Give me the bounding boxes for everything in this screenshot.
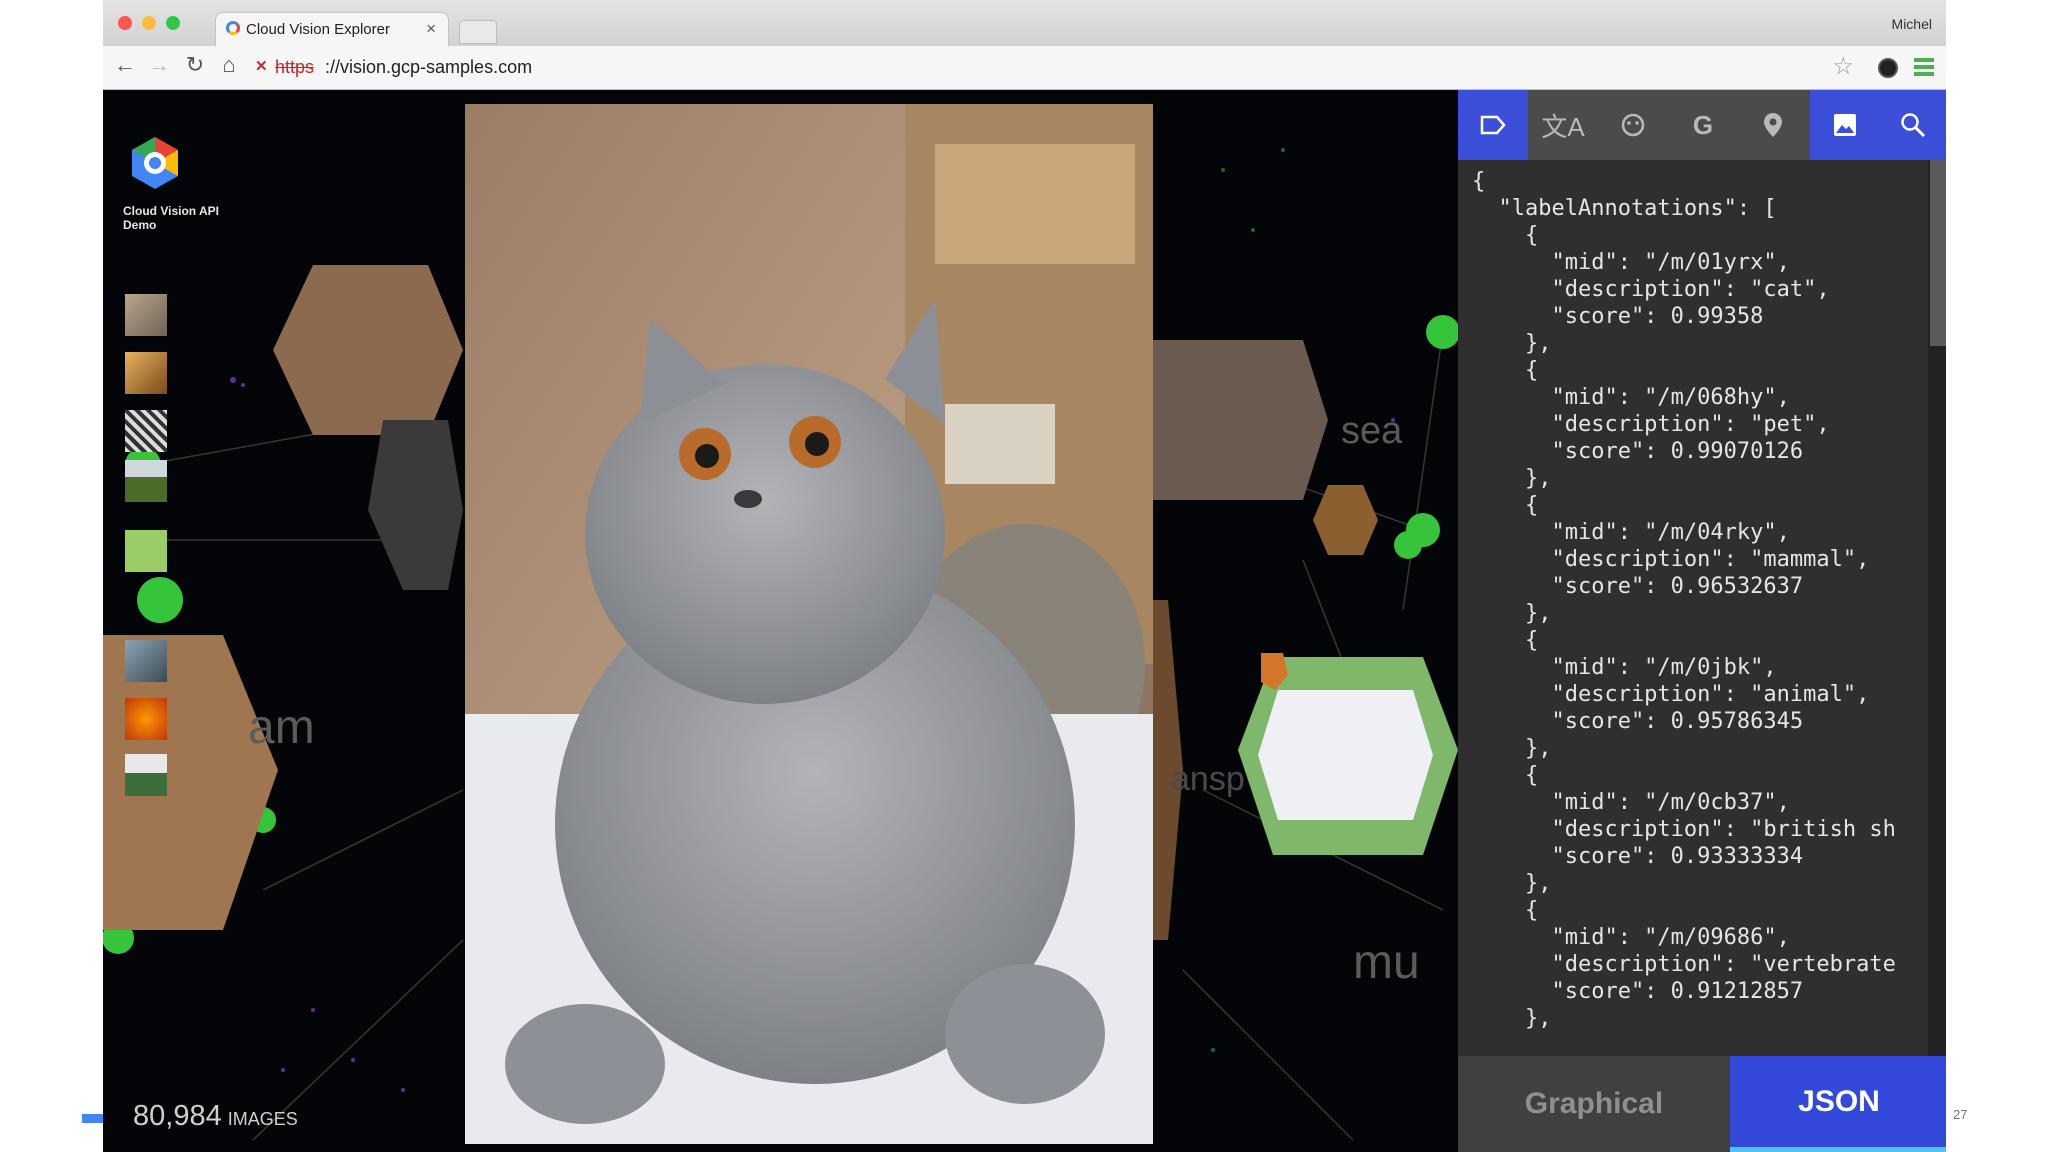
menu-icon[interactable] <box>1914 58 1934 76</box>
tab-safe-search[interactable] <box>1878 90 1946 160</box>
vertical-scroll-thumb[interactable] <box>1930 160 1946 346</box>
floating-label-word: am <box>248 701 315 754</box>
floating-label-word: mu <box>1353 936 1420 989</box>
tab-landmarks[interactable] <box>1738 90 1808 160</box>
browser-toolbar: ← → ↻ ⌂ ✕ https ://vision.gcp-samples.co… <box>103 46 1946 90</box>
image-count: 80,984 IMAGES <box>133 1100 298 1133</box>
reload-icon[interactable]: ↻ <box>181 52 209 78</box>
url-scheme: https <box>275 57 315 77</box>
browser-tab[interactable]: Cloud Vision Explorer × <box>215 12 449 46</box>
profile-name[interactable]: Michel <box>1892 16 1932 32</box>
floating-label-word: ansp <box>1171 760 1245 798</box>
tab-faces[interactable] <box>1598 90 1668 160</box>
json-output[interactable]: { "labelAnnotations": [ { "mid": "/m/01y… <box>1458 160 1928 1115</box>
tab-text[interactable]: 文A <box>1528 90 1598 160</box>
extension-icon[interactable] <box>1878 58 1898 78</box>
forward-icon[interactable]: → <box>145 52 173 78</box>
image-icon <box>1834 114 1856 136</box>
thumbnail-image[interactable] <box>125 640 167 682</box>
slide-accent-bar <box>82 1114 104 1123</box>
address-bar[interactable]: ✕ https ://vision.gcp-samples.com <box>255 53 1855 83</box>
search-icon <box>1901 113 1926 138</box>
slide-page-number: 27 <box>1953 1107 1968 1122</box>
new-tab-button[interactable] <box>459 20 497 44</box>
image-count-label: IMAGES <box>227 1109 298 1129</box>
floating-label-word: sea <box>1341 410 1403 452</box>
cloud-vision-logo <box>132 137 178 189</box>
graphical-view-button[interactable]: Graphical <box>1458 1056 1730 1152</box>
tab-bar: Cloud Vision Explorer × Michel <box>103 0 1946 46</box>
thumbnail-image[interactable] <box>125 410 167 452</box>
logo-title: Cloud Vision API Demo <box>123 204 220 232</box>
translate-icon: 文A <box>1541 111 1585 142</box>
image-count-value: 80,984 <box>133 1100 222 1132</box>
tab-favicon-icon <box>226 21 240 35</box>
google-icon: G <box>1692 109 1714 140</box>
tab-title: Cloud Vision Explorer <box>246 21 390 38</box>
location-icon <box>1764 113 1782 137</box>
thumbnail-image[interactable] <box>125 352 167 394</box>
json-text: { "labelAnnotations": [ { "mid": "/m/01y… <box>1472 169 1896 1031</box>
label-icon <box>1480 115 1506 135</box>
tab-logos[interactable]: G <box>1668 90 1738 160</box>
json-view-button[interactable]: JSON <box>1730 1056 1946 1152</box>
vision-explorer-page: Cloud Vision API Demo am sea ansp mu 80,… <box>103 90 1946 1152</box>
thumbnail-image[interactable] <box>125 754 167 796</box>
maximize-window-button[interactable] <box>166 16 180 30</box>
url-host: ://vision.gcp-samples.com <box>325 57 533 77</box>
tab-image-properties[interactable] <box>1810 90 1880 160</box>
selected-cat-photo[interactable] <box>465 104 1153 1144</box>
feature-tab-bar: 文A G <box>1458 90 1946 160</box>
thumbnail-image[interactable] <box>125 698 167 740</box>
face-icon <box>1621 113 1645 137</box>
back-icon[interactable]: ← <box>111 52 139 78</box>
tab-close-icon[interactable]: × <box>426 19 436 39</box>
close-window-button[interactable] <box>118 16 132 30</box>
insecure-lock-icon: ✕ <box>255 58 268 75</box>
vertical-scrollbar[interactable] <box>1928 160 1946 1115</box>
minimize-window-button[interactable] <box>142 16 156 30</box>
thumbnail-image[interactable] <box>125 294 167 336</box>
thumbnail-image[interactable] <box>125 460 167 502</box>
home-icon[interactable]: ⌂ <box>215 52 243 78</box>
thumbnail-image[interactable] <box>125 530 167 572</box>
results-panel: 文A G { "labelAnnotations": [{"mid": "/… <box>1458 90 1946 1152</box>
browser-window: Cloud Vision Explorer × Michel ← → ↻ ⌂ ✕… <box>103 0 1946 1152</box>
bookmark-star-icon[interactable]: ☆ <box>1832 52 1854 81</box>
tab-labels[interactable] <box>1458 90 1528 160</box>
